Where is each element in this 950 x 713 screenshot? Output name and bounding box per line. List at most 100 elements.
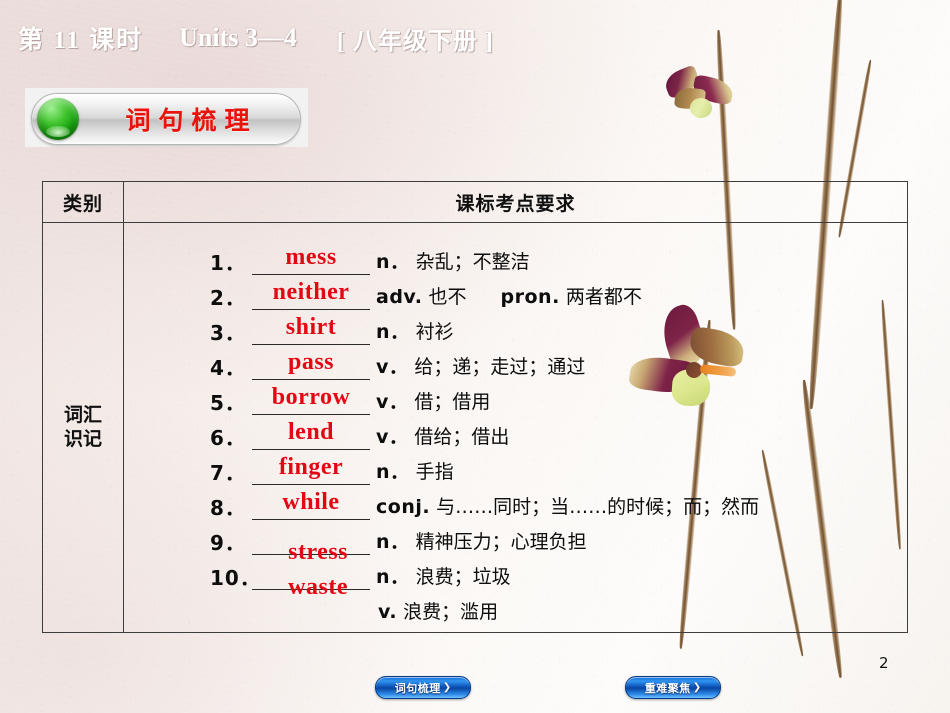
definition-chinese-secondary: 两者都不	[559, 285, 642, 308]
page-number: 2	[879, 654, 889, 672]
blank-underline	[252, 273, 370, 275]
green-ball-icon	[37, 98, 79, 140]
table-header-requirement: 课标考点要求	[124, 182, 907, 222]
definition-chinese: 与……同时；当……的时候；而；然而	[430, 495, 760, 518]
part-of-speech: n．	[376, 460, 410, 483]
chevron-right-icon: ❯	[442, 682, 452, 693]
vocabulary-row: 6． lend v． 借给；借出	[124, 418, 907, 453]
vocabulary-definition: n． 浪费；垃圾	[376, 562, 511, 593]
vocabulary-row-number: 6．	[210, 425, 246, 450]
definition-chinese: 借给；借出	[408, 425, 510, 448]
table-body-row: 词汇 识记 1． mess n． 杂乱；不整洁 2． neither adv. 也不 pron…	[43, 223, 907, 632]
blank-underline	[252, 518, 370, 520]
vocabulary-answer-blank: mess	[252, 243, 370, 278]
definition-chinese: 衬衫	[409, 320, 454, 343]
definition-chinese-extra: 浪费；滥用	[397, 600, 499, 623]
part-of-speech: v．	[376, 355, 409, 378]
vocabulary-row: 10． waste n． 浪费；垃圾	[124, 558, 907, 599]
title-grade-level: [ 八年级下册 ]	[336, 28, 494, 55]
vocabulary-answer-blank: lend	[252, 418, 370, 453]
part-of-speech: adv.	[376, 285, 423, 308]
title-lesson-number: 第 11 课时	[18, 27, 144, 54]
vocabulary-row-number: 5．	[210, 390, 246, 415]
vocabulary-definition: adv. 也不 pron. 两者都不	[376, 282, 642, 313]
blank-underline	[252, 483, 370, 485]
vocabulary-answer-word: pass	[287, 348, 335, 375]
nav-button-zhongnan-jujiao[interactable]: 重难聚焦 ❯	[625, 676, 721, 699]
definition-chinese: 也不	[422, 285, 467, 308]
vocabulary-row-number: 7．	[210, 460, 246, 485]
part-of-speech-extra: v.	[378, 600, 398, 623]
vocabulary-row-number: 2．	[210, 285, 246, 310]
vocabulary-answer-word: while	[282, 488, 340, 515]
table-header-requirement-label: 课标考点要求	[455, 192, 576, 215]
definition-chinese: 杂乱；不整洁	[409, 250, 530, 273]
vocabulary-row-number: 3．	[210, 320, 246, 345]
vocabulary-answer-word: lend	[287, 418, 335, 445]
section-badge: 词句梳理	[25, 88, 308, 147]
vocabulary-definition: v． 借；借用	[376, 387, 490, 418]
vocabulary-row: 1． mess n． 杂乱；不整洁	[124, 243, 907, 278]
vocabulary-row: 4． pass v． 给；递；走过；通过	[124, 348, 907, 383]
vocabulary-extra-definition: v. 浪费；滥用	[378, 598, 498, 627]
vocabulary-definition: n． 衬衫	[376, 317, 454, 348]
blank-underline	[252, 413, 370, 415]
vocabulary-answer-word: borrow	[271, 383, 351, 410]
part-of-speech-secondary: pron.	[500, 285, 560, 308]
part-of-speech: v．	[376, 425, 409, 448]
nav-button-right-label: 重难聚焦	[644, 681, 691, 695]
vocabulary-answer-blank: while	[252, 488, 370, 523]
vocabulary-answer-word: shirt	[285, 313, 337, 340]
vocabulary-row: 7． finger n． 手指	[124, 453, 907, 488]
part-of-speech: conj.	[376, 495, 431, 518]
part-of-speech: v．	[376, 390, 409, 413]
vocabulary-extra-sense-row: v. 浪费；滥用	[124, 593, 907, 627]
vocabulary-answer-blank: borrow	[252, 383, 370, 418]
table-header-category: 类别	[43, 182, 124, 222]
vocabulary-row-number: 1．	[210, 250, 246, 275]
vocabulary-answer-blank: neither	[252, 278, 370, 313]
vocabulary-answer-blank: finger	[252, 455, 370, 488]
table-cell-category: 词汇 识记	[43, 223, 124, 632]
section-badge-label: 词句梳理	[125, 106, 258, 135]
vocabulary-row-number: 4．	[210, 355, 246, 380]
vocabulary-definition: conj. 与……同时；当……的时候；而；然而	[376, 492, 759, 523]
vocabulary-answer-word: neither	[272, 278, 350, 305]
vocabulary-list: 1． mess n． 杂乱；不整洁 2． neither adv. 也不 pron. 两者都…	[124, 229, 907, 627]
section-badge-pill: 词句梳理	[31, 93, 301, 145]
vocabulary-answer-word: mess	[285, 243, 337, 270]
nav-button-ciju-shuli[interactable]: 词句梳理 ❯	[375, 676, 471, 699]
category-label: 词汇 识记	[64, 404, 102, 450]
definition-chinese: 精神压力；心理负担	[409, 530, 587, 553]
vocabulary-definition: n． 杂乱；不整洁	[376, 247, 530, 278]
vocabulary-answer-blank: shirt	[252, 313, 370, 348]
definition-chinese: 借；借用	[408, 390, 491, 413]
chevron-right-icon-2: ❯	[692, 682, 702, 693]
vocabulary-row-number: 10．	[210, 565, 261, 590]
slide-title: 第 11 课时 Units 3—4 [ 八年级下册 ]	[18, 18, 638, 58]
vocabulary-row-number: 8．	[210, 495, 246, 520]
definition-chinese: 手指	[409, 460, 454, 483]
vocabulary-definition: v． 给；递；走过；通过	[376, 352, 585, 383]
part-of-speech: n．	[376, 320, 410, 343]
slide-canvas: 第 11 课时 Units 3—4 [ 八年级下册 ] 词句梳理 类别 课标考点…	[0, 0, 950, 713]
definition-chinese: 给；递；走过；通过	[408, 355, 586, 378]
vocabulary-table: 类别 课标考点要求 词汇 识记 1． mess n． 杂乱；不整洁 2． neither a…	[42, 181, 908, 633]
category-label-line: 识记	[63, 427, 102, 450]
vocabulary-row: 8． while conj. 与……同时；当……的时候；而；然而	[124, 488, 907, 523]
vocabulary-row-number: 9．	[210, 530, 246, 555]
vocabulary-answer-blank: stress	[252, 528, 370, 564]
table-cell-requirement: 1． mess n． 杂乱；不整洁 2． neither adv. 也不 pron. 两者都…	[124, 223, 907, 632]
vocabulary-row: 5． borrow v． 借；借用	[124, 383, 907, 418]
part-of-speech: n．	[376, 565, 410, 588]
blank-underline	[252, 448, 370, 450]
vocabulary-answer-blank: pass	[252, 348, 370, 383]
title-units: Units 3—4	[179, 23, 297, 52]
part-of-speech: n．	[376, 250, 410, 273]
vocabulary-row: 3． shirt n． 衬衫	[124, 313, 907, 348]
blank-underline	[252, 308, 370, 310]
table-header-category-label: 类别	[62, 192, 103, 215]
vocabulary-answer-word: waste	[288, 573, 348, 600]
category-label-line: 词汇	[63, 404, 102, 427]
vocabulary-definition: n． 精神压力；心理负担	[376, 527, 587, 558]
